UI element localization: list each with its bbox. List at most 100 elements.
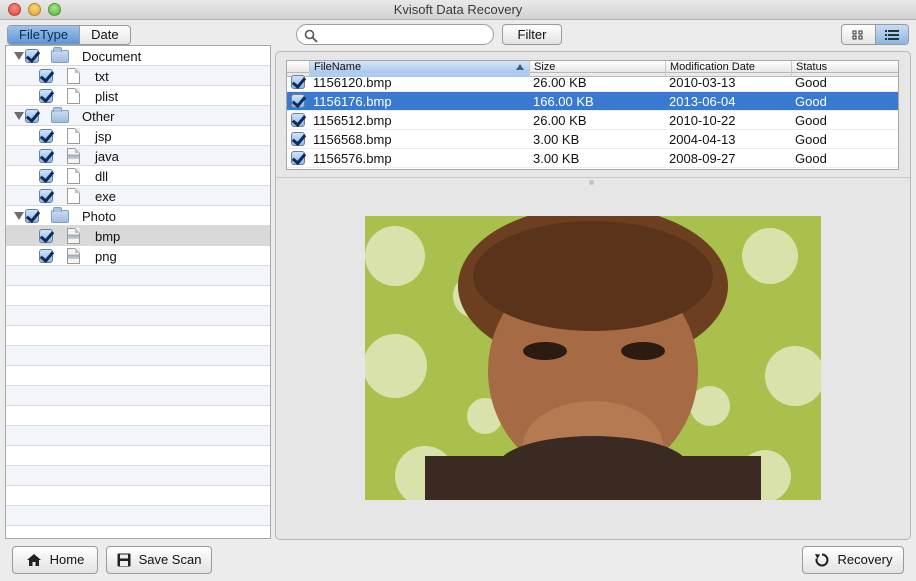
- cell-size: 26.00 KB: [533, 113, 587, 128]
- table-header: FileName Size Modification Date Status: [287, 61, 898, 73]
- tree-item-label: exe: [95, 189, 116, 204]
- empty-row: [6, 386, 270, 406]
- empty-row: [6, 266, 270, 286]
- tree-item-label: txt: [95, 69, 109, 84]
- checkbox[interactable]: [25, 209, 39, 223]
- tree-item-dll[interactable]: dll: [6, 166, 270, 186]
- tree-item-other[interactable]: Other: [6, 106, 270, 126]
- empty-row: [6, 486, 270, 506]
- empty-row: [6, 366, 270, 386]
- column-header-size[interactable]: Size: [529, 61, 665, 73]
- cell-size: 26.00 KB: [533, 75, 587, 90]
- table-row[interactable]: 1156576.bmp 3.00 KB 2008-09-27 Good: [287, 149, 898, 168]
- checkbox[interactable]: [39, 189, 53, 203]
- minimize-window-button[interactable]: [28, 3, 41, 16]
- checkbox[interactable]: [39, 169, 53, 183]
- tree-item-exe[interactable]: exe: [6, 186, 270, 206]
- column-header-date[interactable]: Modification Date: [665, 61, 791, 73]
- tree-item-bmp[interactable]: bmp: [6, 226, 270, 246]
- tree-item-java[interactable]: java: [6, 146, 270, 166]
- home-icon: [26, 554, 41, 566]
- empty-row: [6, 406, 270, 426]
- tree-item-txt[interactable]: txt: [6, 66, 270, 86]
- cell-status: Good: [795, 151, 827, 166]
- checkbox[interactable]: [39, 69, 53, 83]
- empty-row: [6, 306, 270, 326]
- checkbox[interactable]: [25, 49, 39, 63]
- zoom-window-button[interactable]: [48, 3, 61, 16]
- tree-item-png[interactable]: png: [6, 246, 270, 266]
- checkbox[interactable]: [25, 109, 39, 123]
- sort-ascending-icon: [516, 64, 524, 70]
- cell-size: 166.00 KB: [533, 94, 594, 109]
- cell-date: 2008-09-27: [669, 151, 736, 166]
- cell-status: Good: [795, 113, 827, 128]
- home-button[interactable]: Home: [12, 546, 98, 574]
- tab-filetype[interactable]: FileType: [8, 26, 80, 44]
- photo-preview-icon: [365, 216, 821, 500]
- tree-item-photo[interactable]: Photo: [6, 206, 270, 226]
- cell-filename: 1156120.bmp: [313, 75, 392, 90]
- list-view-button[interactable]: [874, 25, 908, 44]
- view-mode-tabs: FileType Date: [7, 25, 131, 45]
- tree-item-document[interactable]: Document: [6, 46, 270, 66]
- empty-row: [6, 346, 270, 366]
- filter-button[interactable]: Filter: [502, 24, 562, 45]
- split-divider[interactable]: [276, 177, 910, 178]
- recovery-button[interactable]: Recovery: [802, 546, 904, 574]
- close-window-button[interactable]: [8, 3, 21, 16]
- row-checkbox[interactable]: [291, 113, 305, 127]
- column-header-check[interactable]: [287, 61, 309, 73]
- empty-row: [6, 286, 270, 306]
- row-checkbox[interactable]: [291, 75, 305, 89]
- list-icon: [884, 29, 899, 40]
- empty-row: [6, 426, 270, 446]
- cell-size: 3.00 KB: [533, 132, 580, 147]
- file-icon: [67, 68, 80, 84]
- file-type-tree: Document txt plist Other jsp java dll ex…: [5, 45, 271, 539]
- file-icon: [67, 188, 80, 204]
- image-file-icon: [67, 248, 80, 264]
- folder-icon: [51, 107, 69, 123]
- search-input[interactable]: [321, 27, 486, 43]
- results-panel: FileName Size Modification Date Status 1…: [275, 51, 911, 540]
- tab-date[interactable]: Date: [79, 26, 129, 44]
- tree-item-label: png: [95, 249, 117, 264]
- app-window: Kvisoft Data Recovery FileType Date Filt…: [0, 0, 916, 581]
- disclosure-triangle-icon[interactable]: [14, 112, 24, 120]
- tree-item-label: bmp: [95, 229, 121, 244]
- checkbox[interactable]: [39, 229, 53, 243]
- column-header-filename[interactable]: FileName: [309, 61, 529, 73]
- file-icon: [67, 88, 80, 104]
- split-handle-icon[interactable]: [589, 180, 594, 185]
- java-file-icon: [67, 148, 80, 164]
- checkbox[interactable]: [39, 129, 53, 143]
- cell-status: Good: [795, 132, 827, 147]
- empty-row: [6, 506, 270, 526]
- save-scan-button[interactable]: Save Scan: [106, 546, 212, 574]
- table-row[interactable]: 1156176.bmp 166.00 KB 2013-06-04 Good: [287, 92, 898, 111]
- table-row[interactable]: 1156120.bmp 26.00 KB 2010-03-13 Good: [287, 73, 898, 92]
- table-row[interactable]: 1156512.bmp 26.00 KB 2010-10-22 Good: [287, 111, 898, 130]
- window-title: Kvisoft Data Recovery: [393, 2, 523, 17]
- tree-item-label: Document: [82, 49, 142, 64]
- row-checkbox[interactable]: [291, 94, 305, 108]
- checkbox[interactable]: [39, 149, 53, 163]
- tree-item-jsp[interactable]: jsp: [6, 126, 270, 146]
- row-checkbox[interactable]: [291, 151, 305, 165]
- cell-filename: 1156176.bmp: [313, 94, 392, 109]
- disclosure-triangle-icon[interactable]: [14, 212, 24, 220]
- tree-item-plist[interactable]: plist: [6, 86, 270, 106]
- row-checkbox[interactable]: [291, 132, 305, 146]
- checkbox[interactable]: [39, 249, 53, 263]
- checkbox[interactable]: [39, 89, 53, 103]
- table-row[interactable]: 1156568.bmp 3.00 KB 2004-04-13 Good: [287, 130, 898, 149]
- column-header-status[interactable]: Status: [791, 61, 898, 73]
- cell-date: 2010-10-22: [669, 113, 736, 128]
- folder-icon: [51, 207, 69, 223]
- grid-view-button[interactable]: [842, 25, 875, 44]
- tree-item-label: Other: [82, 109, 115, 124]
- grid-icon: [852, 30, 863, 39]
- disclosure-triangle-icon[interactable]: [14, 52, 24, 60]
- search-field[interactable]: [296, 24, 494, 45]
